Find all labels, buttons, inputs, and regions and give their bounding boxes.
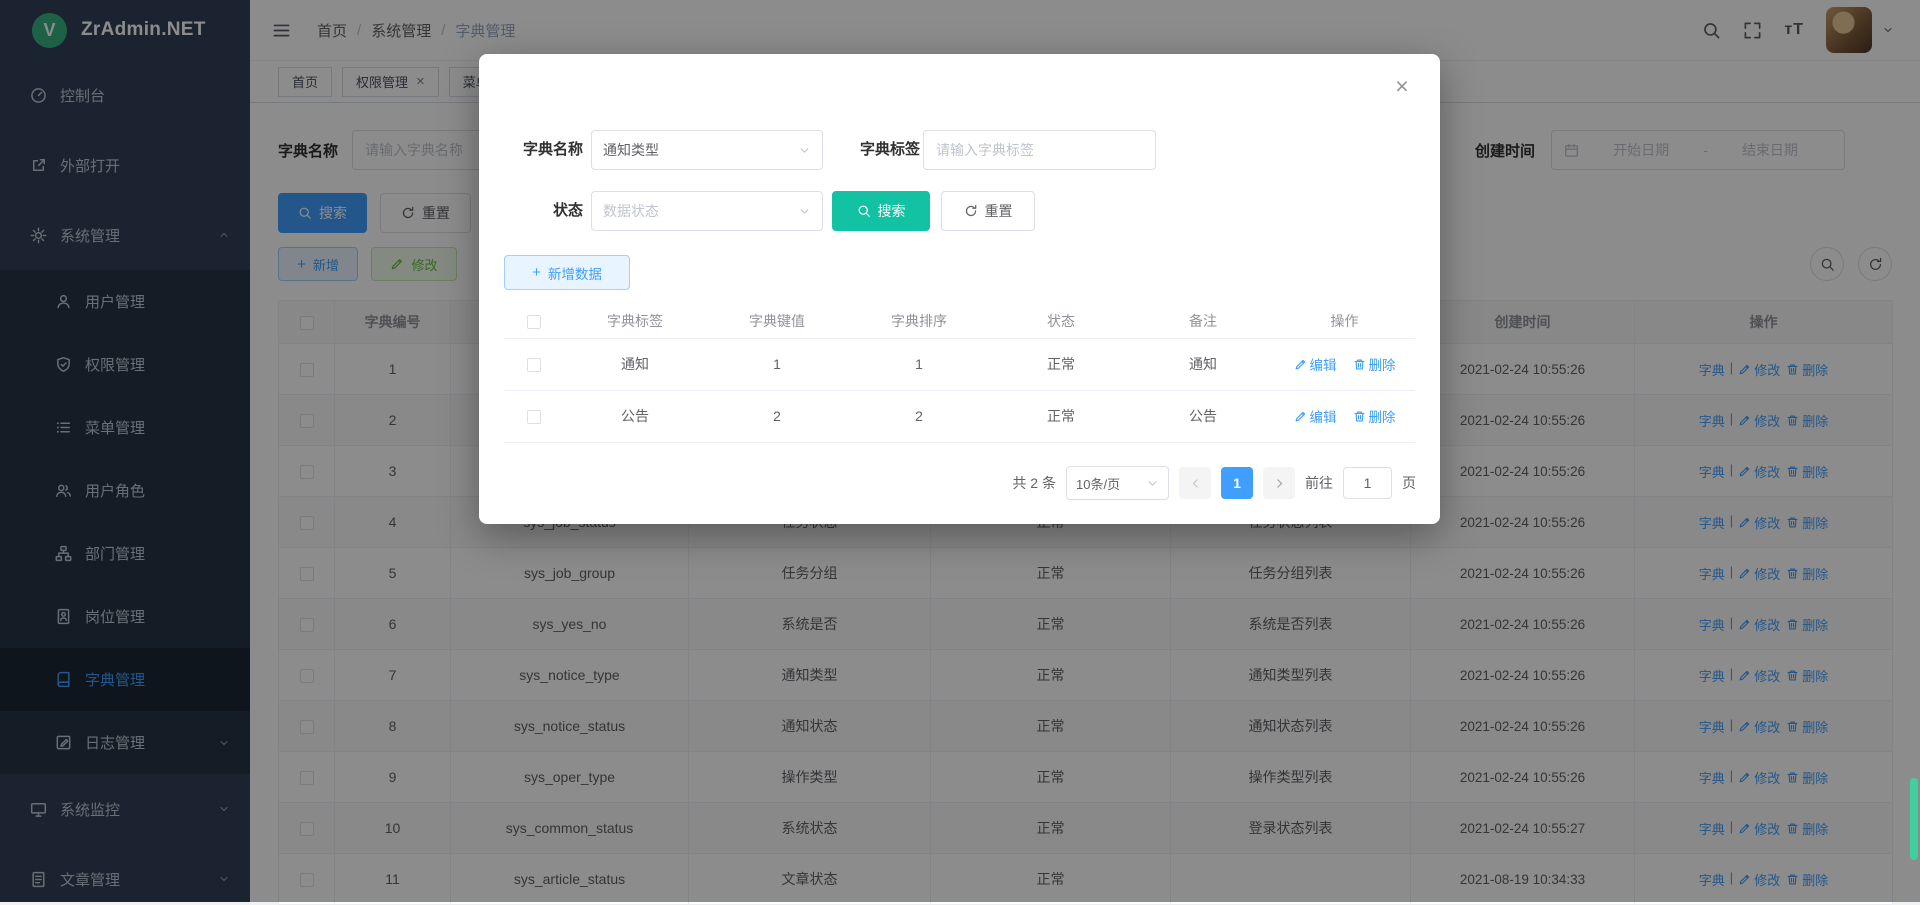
row-actions: 编辑 删除 xyxy=(1274,390,1415,442)
dict-label-input[interactable] xyxy=(923,130,1156,170)
column-header: 操作 xyxy=(1274,305,1415,338)
dict-value-cell: 2 xyxy=(706,390,848,442)
edit-link[interactable]: 编辑 xyxy=(1294,354,1337,374)
column-header: 字典标签 xyxy=(564,305,706,338)
chevron-left-icon xyxy=(1189,477,1202,490)
refresh-icon xyxy=(964,204,978,218)
row-select-cell xyxy=(504,338,564,390)
remark-cell: 公告 xyxy=(1132,390,1274,442)
dict-sort-cell: 1 xyxy=(848,338,990,390)
dict-data-dialog: × 字典名称 通知类型 字典标签 状态 数据状态 搜索 重置 xyxy=(479,54,1440,524)
dict-label-cell: 通知 xyxy=(564,338,706,390)
row-select-cell xyxy=(504,390,564,442)
dialog-table-header-row: 字典标签字典键值字典排序状态备注操作 xyxy=(504,305,1415,338)
status-cell: 正常 xyxy=(990,338,1132,390)
edit-pencil-icon xyxy=(1294,410,1307,423)
dialog-reset-button[interactable]: 重置 xyxy=(941,191,1035,231)
edit-pencil-icon xyxy=(1294,358,1307,371)
dict-label-label: 字典标签 xyxy=(860,130,920,170)
pagination-total: 共 2 条 xyxy=(1012,473,1056,493)
edit-label: 编辑 xyxy=(1310,354,1337,374)
close-icon[interactable]: × xyxy=(1392,76,1412,96)
dialog-reset-label: 重置 xyxy=(985,201,1013,221)
chevron-down-icon xyxy=(798,205,811,218)
delete-link[interactable]: 删除 xyxy=(1353,406,1396,426)
dict-value-cell: 1 xyxy=(706,338,848,390)
page-size-select[interactable]: 10条/页 xyxy=(1066,466,1169,500)
chevron-right-icon xyxy=(1273,477,1286,490)
dialog-dict-table: 字典标签字典键值字典排序状态备注操作 通知11正常通知编辑删除公告22正常公告编… xyxy=(504,305,1415,443)
column-header: 字典排序 xyxy=(848,305,990,338)
dialog-table-row: 公告22正常公告编辑删除 xyxy=(504,390,1415,442)
status-placeholder: 数据状态 xyxy=(603,201,659,221)
dict-name-value: 通知类型 xyxy=(603,140,659,160)
dialog-search-button[interactable]: 搜索 xyxy=(832,191,930,231)
remark-cell: 通知 xyxy=(1132,338,1274,390)
dialog-form-row-2: 状态 数据状态 搜索 重置 xyxy=(479,191,1440,231)
goto-page-input[interactable] xyxy=(1343,467,1392,499)
delete-label: 删除 xyxy=(1369,406,1396,426)
delete-link[interactable]: 删除 xyxy=(1353,354,1396,374)
row-checkbox[interactable] xyxy=(527,358,541,372)
row-actions: 编辑 删除 xyxy=(1274,338,1415,390)
dict-label-cell: 公告 xyxy=(564,390,706,442)
chevron-down-icon xyxy=(798,144,811,157)
pagination: 共 2 条 10条/页 1 前往 页 xyxy=(1012,466,1416,500)
status-select[interactable]: 数据状态 xyxy=(591,191,823,231)
delete-label: 删除 xyxy=(1369,354,1396,374)
plus-icon: + xyxy=(532,266,541,280)
add-data-button[interactable]: + 新增数据 xyxy=(504,255,630,290)
current-page-button[interactable]: 1 xyxy=(1221,467,1253,499)
status-cell: 正常 xyxy=(990,390,1132,442)
status-label: 状态 xyxy=(504,191,583,231)
column-header: 字典键值 xyxy=(706,305,848,338)
trash-icon xyxy=(1353,410,1366,423)
page-size-value: 10条/页 xyxy=(1076,474,1120,493)
prev-page-button[interactable] xyxy=(1179,467,1211,499)
search-icon xyxy=(857,204,871,218)
edit-label: 编辑 xyxy=(1310,406,1337,426)
trash-icon xyxy=(1353,358,1366,371)
select-all-cell xyxy=(504,305,564,338)
dialog-table-row: 通知11正常通知编辑删除 xyxy=(504,338,1415,390)
add-data-label: 新增数据 xyxy=(548,263,602,283)
chevron-down-icon xyxy=(1146,477,1159,490)
dict-sort-cell: 2 xyxy=(848,390,990,442)
row-checkbox[interactable] xyxy=(527,410,541,424)
edit-link[interactable]: 编辑 xyxy=(1294,406,1337,426)
dict-name-select[interactable]: 通知类型 xyxy=(591,130,823,170)
column-header: 备注 xyxy=(1132,305,1274,338)
next-page-button[interactable] xyxy=(1263,467,1295,499)
column-header: 状态 xyxy=(990,305,1132,338)
dialog-form-row-1: 字典名称 通知类型 字典标签 xyxy=(479,130,1440,170)
select-all-checkbox[interactable] xyxy=(527,315,541,329)
page-unit-label: 页 xyxy=(1402,473,1416,493)
dialog-dict-name-label: 字典名称 xyxy=(504,130,583,170)
goto-label: 前往 xyxy=(1305,473,1333,493)
dialog-search-label: 搜索 xyxy=(878,201,906,221)
scrollbar-thumb[interactable] xyxy=(1910,778,1918,860)
